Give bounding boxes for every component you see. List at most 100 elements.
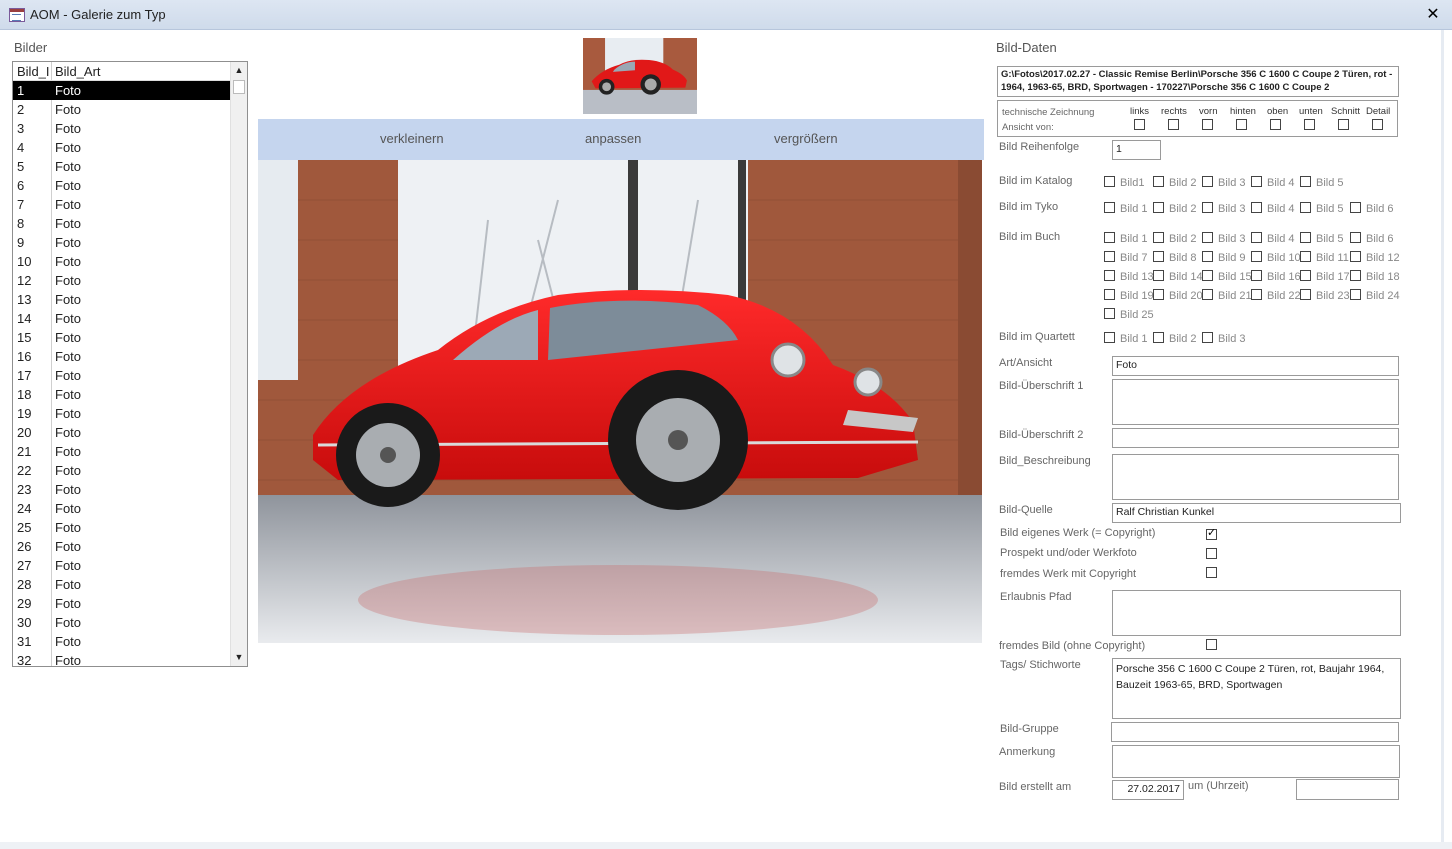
tyko-option-checkbox[interactable] (1153, 202, 1164, 213)
tz-option-checkbox[interactable] (1168, 119, 1179, 130)
list-item[interactable]: 32 Foto (13, 651, 230, 666)
column-header-art[interactable]: Bild_Art (55, 64, 101, 79)
list-item[interactable]: 6 Foto (13, 176, 230, 195)
tz-option-checkbox[interactable] (1270, 119, 1281, 130)
scroll-thumb[interactable] (233, 80, 245, 94)
buch-option-checkbox[interactable] (1202, 232, 1213, 243)
katalog-option-checkbox[interactable] (1202, 176, 1213, 187)
buch-option-checkbox[interactable] (1251, 232, 1262, 243)
erlaubnis-input[interactable] (1112, 590, 1401, 636)
katalog-option-checkbox[interactable] (1300, 176, 1311, 187)
buch-option-checkbox[interactable] (1202, 251, 1213, 262)
buch-option-checkbox[interactable] (1104, 289, 1115, 300)
quartett-option-checkbox[interactable] (1104, 332, 1115, 343)
tz-option-checkbox[interactable] (1134, 119, 1145, 130)
list-item[interactable]: 4 Foto (13, 138, 230, 157)
scroll-down-icon[interactable]: ▼ (231, 649, 247, 666)
tyko-option-checkbox[interactable] (1350, 202, 1361, 213)
katalog-option-checkbox[interactable] (1104, 176, 1115, 187)
list-item[interactable]: 25 Foto (13, 518, 230, 537)
list-item[interactable]: 7 Foto (13, 195, 230, 214)
buch-option-checkbox[interactable] (1300, 251, 1311, 262)
buch-option-checkbox[interactable] (1104, 270, 1115, 281)
tyko-option-checkbox[interactable] (1300, 202, 1311, 213)
list-item[interactable]: 28 Foto (13, 575, 230, 594)
list-item[interactable]: 18 Foto (13, 385, 230, 404)
tz-option-checkbox[interactable] (1304, 119, 1315, 130)
quartett-option-checkbox[interactable] (1153, 332, 1164, 343)
tyko-option-checkbox[interactable] (1202, 202, 1213, 213)
list-item[interactable]: 27 Foto (13, 556, 230, 575)
tz-option-checkbox[interactable] (1202, 119, 1213, 130)
buch-option-checkbox[interactable] (1104, 251, 1115, 262)
list-item[interactable]: 19 Foto (13, 404, 230, 423)
list-item[interactable]: 29 Foto (13, 594, 230, 613)
buch-option-checkbox[interactable] (1202, 289, 1213, 300)
fit-button[interactable]: anpassen (585, 131, 641, 146)
vertical-scrollbar[interactable]: ▲ ▼ (230, 62, 247, 666)
list-item[interactable]: 23 Foto (13, 480, 230, 499)
buch-option-checkbox[interactable] (1350, 232, 1361, 243)
list-item[interactable]: 31 Foto (13, 632, 230, 651)
eigenes-werk-checkbox[interactable] (1206, 526, 1217, 540)
file-path-field[interactable]: G:\Fotos\2017.02.27 - Classic Remise Ber… (997, 66, 1399, 97)
buch-option-checkbox[interactable] (1350, 251, 1361, 262)
list-item[interactable]: 26 Foto (13, 537, 230, 556)
buch-option-checkbox[interactable] (1202, 270, 1213, 281)
close-button[interactable]: ✕ (1423, 5, 1443, 25)
buch-option-checkbox[interactable] (1300, 232, 1311, 243)
fremdes-werk-checkbox[interactable] (1206, 567, 1217, 578)
buch-option-checkbox[interactable] (1104, 308, 1115, 319)
tz-option-checkbox[interactable] (1338, 119, 1349, 130)
list-item[interactable]: 20 Foto (13, 423, 230, 442)
list-item[interactable]: 10 Foto (13, 252, 230, 271)
buch-option-checkbox[interactable] (1153, 289, 1164, 300)
tyko-option-checkbox[interactable] (1251, 202, 1262, 213)
tz-option-checkbox[interactable] (1236, 119, 1247, 130)
list-item[interactable]: 5 Foto (13, 157, 230, 176)
art-input[interactable]: Foto (1112, 356, 1399, 376)
buch-option-checkbox[interactable] (1153, 251, 1164, 262)
buch-option-checkbox[interactable] (1153, 270, 1164, 281)
katalog-option-checkbox[interactable] (1251, 176, 1262, 187)
zoom-in-button[interactable]: vergrößern (774, 131, 838, 146)
buch-option-checkbox[interactable] (1153, 232, 1164, 243)
buch-option-checkbox[interactable] (1300, 270, 1311, 281)
list-item[interactable]: 3 Foto (13, 119, 230, 138)
buch-option-checkbox[interactable] (1251, 270, 1262, 281)
list-item[interactable]: 16 Foto (13, 347, 230, 366)
tyko-option-checkbox[interactable] (1104, 202, 1115, 213)
list-item[interactable]: 12 Foto (13, 271, 230, 290)
list-item[interactable]: 17 Foto (13, 366, 230, 385)
ueberschrift2-input[interactable] (1112, 428, 1399, 448)
quelle-input[interactable]: Ralf Christian Kunkel (1112, 503, 1401, 523)
column-header-id[interactable]: Bild_ID (17, 64, 50, 79)
list-item[interactable]: 9 Foto (13, 233, 230, 252)
list-item[interactable]: 13 Foto (13, 290, 230, 309)
buch-option-checkbox[interactable] (1251, 251, 1262, 262)
gruppe-input[interactable] (1111, 722, 1399, 742)
buch-option-checkbox[interactable] (1251, 289, 1262, 300)
bilder-listbox[interactable]: Bild_ID Bild_Art 1 Foto 2 Foto 3 Foto 4 Foto 5 Fo… (12, 61, 248, 667)
buch-option-checkbox[interactable] (1300, 289, 1311, 300)
erstellt-date-input[interactable]: 27.02.2017 (1112, 780, 1184, 800)
anmerkung-input[interactable] (1112, 745, 1400, 778)
scroll-up-icon[interactable]: ▲ (231, 62, 247, 79)
beschreibung-input[interactable] (1112, 454, 1399, 500)
buch-option-checkbox[interactable] (1104, 232, 1115, 243)
list-item[interactable]: 30 Foto (13, 613, 230, 632)
list-item[interactable]: 15 Foto (13, 328, 230, 347)
list-item[interactable]: 8 Foto (13, 214, 230, 233)
list-item[interactable]: 14 Foto (13, 309, 230, 328)
katalog-option-checkbox[interactable] (1153, 176, 1164, 187)
prospekt-checkbox[interactable] (1206, 548, 1217, 559)
list-item[interactable]: 2 Foto (13, 100, 230, 119)
buch-option-checkbox[interactable] (1350, 289, 1361, 300)
list-item[interactable]: 24 Foto (13, 499, 230, 518)
zoom-out-button[interactable]: verkleinern (380, 131, 444, 146)
buch-option-checkbox[interactable] (1350, 270, 1361, 281)
list-item[interactable]: 22 Foto (13, 461, 230, 480)
list-item[interactable]: 1 Foto (13, 81, 230, 100)
reihenfolge-input[interactable]: 1 (1112, 140, 1161, 160)
tags-input[interactable]: Porsche 356 C 1600 C Coupe 2 Türen, rot,… (1112, 658, 1401, 719)
